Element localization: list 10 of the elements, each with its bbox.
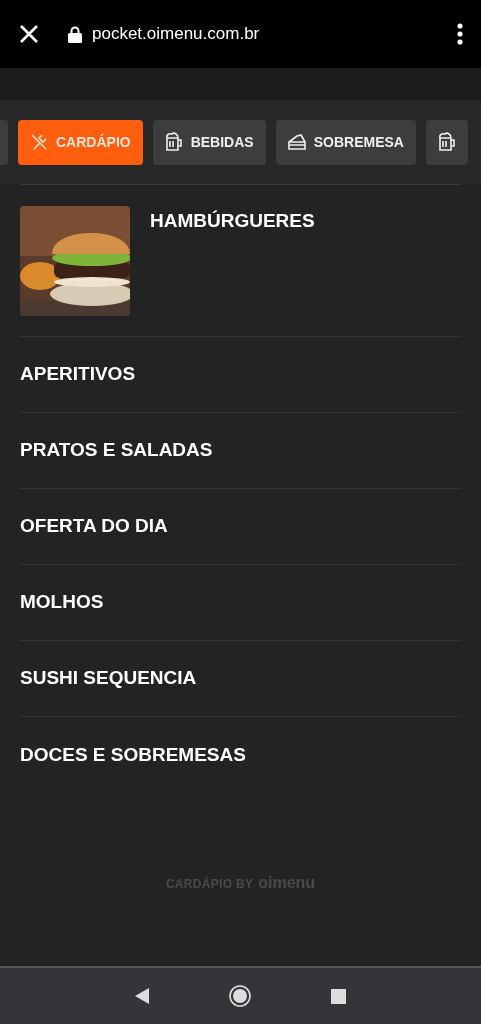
url-text[interactable]: pocket.oimenu.com.br <box>92 21 260 47</box>
category-title[interactable]: DOCES E SOBREMESAS <box>20 740 246 770</box>
category-title[interactable]: HAMBÚRGUERES <box>150 207 315 236</box>
category-tab[interactable]: SOBREMESA <box>275 119 416 165</box>
category-title[interactable]: OFERTA DO DIA <box>20 512 168 541</box>
category-title[interactable]: SUSHI SEQUENCIA <box>20 664 197 693</box>
category-title[interactable]: PRATOS E SALADAS <box>20 436 213 465</box>
category-title[interactable]: APERITIVOS <box>20 360 136 389</box>
category-title[interactable]: MOLHOS <box>20 588 104 617</box>
category-tab[interactable]: BEBIDAS <box>152 119 266 165</box>
